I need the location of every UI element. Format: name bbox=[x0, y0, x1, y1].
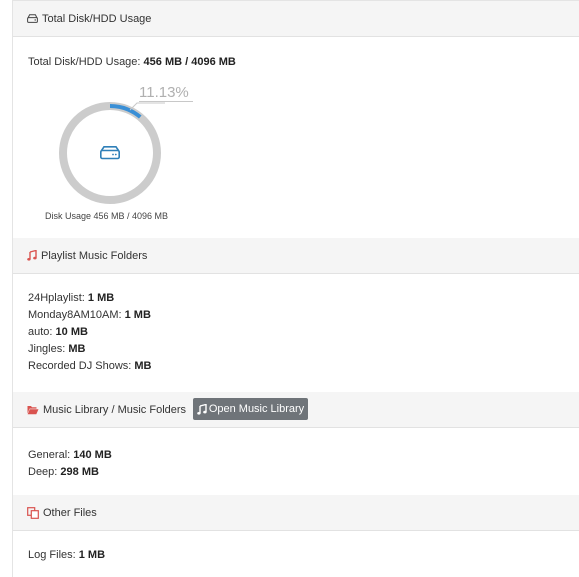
hdd-icon bbox=[27, 14, 38, 23]
item-value: 1 MB bbox=[87, 292, 115, 304]
library-panel-title: Music Library / Music Folders bbox=[43, 403, 187, 416]
list-item: auto: 10 MB bbox=[28, 325, 88, 339]
disk-usage-line: Total Disk/HDD Usage: 456 MB / 4096 MB bbox=[28, 55, 236, 69]
gauge-caption: Disk Usage 456 MB / 4096 MB bbox=[45, 211, 169, 221]
list-item: 24Hplaylist: 1 MB bbox=[28, 291, 114, 305]
list-item: Log Files: 1 MB bbox=[28, 548, 105, 562]
other-files-panel-heading: Other Files bbox=[13, 495, 579, 531]
item-label: auto: bbox=[28, 326, 56, 338]
disk-panel-heading: Total Disk/HDD Usage bbox=[13, 1, 579, 37]
disk-usage-gauge bbox=[59, 102, 165, 204]
gauge-track bbox=[59, 102, 161, 204]
item-label: General: bbox=[28, 449, 74, 461]
content-frame bbox=[12, 0, 579, 577]
music-note-icon bbox=[197, 403, 207, 415]
item-value: MB bbox=[134, 360, 152, 372]
item-value: 140 MB bbox=[73, 449, 112, 461]
list-item: Recorded DJ Shows: MB bbox=[28, 359, 152, 373]
open-music-library-label: Open Music Library bbox=[208, 403, 305, 415]
disk-usage-value: 456 MB / 4096 MB bbox=[143, 56, 236, 68]
hdd-icon bbox=[100, 146, 120, 160]
open-music-library-button[interactable]: Open Music Library bbox=[193, 398, 308, 420]
other-files-panel-title: Other Files bbox=[43, 506, 97, 519]
item-value: 1 MB bbox=[78, 549, 106, 561]
item-value: MB bbox=[68, 343, 86, 355]
copy-files-icon bbox=[27, 506, 39, 519]
list-item: General: 140 MB bbox=[28, 448, 112, 462]
list-item: Deep: 298 MB bbox=[28, 465, 99, 479]
list-item: Jingles: MB bbox=[28, 342, 85, 356]
item-value: 1 MB bbox=[124, 309, 151, 321]
playlist-panel-title: Playlist Music Folders bbox=[41, 249, 148, 262]
disk-usage-label: Total Disk/HDD Usage: bbox=[28, 56, 144, 68]
item-label: Recorded DJ Shows: bbox=[28, 360, 135, 372]
item-label: 24Hplaylist: bbox=[28, 292, 88, 304]
disk-panel-title: Total Disk/HDD Usage bbox=[42, 12, 152, 25]
item-label: Deep: bbox=[28, 466, 61, 478]
playlist-panel-heading: Playlist Music Folders bbox=[13, 238, 579, 274]
music-note-icon bbox=[27, 250, 37, 261]
item-label: Jingles: bbox=[28, 343, 69, 355]
item-label: Monday8AM10AM: bbox=[28, 309, 125, 321]
item-value: 298 MB bbox=[60, 466, 99, 478]
item-value: 10 MB bbox=[55, 326, 88, 338]
folder-open-icon bbox=[27, 405, 39, 415]
item-label: Log Files: bbox=[28, 549, 79, 561]
list-item: Monday8AM10AM: 1 MB bbox=[28, 308, 151, 322]
